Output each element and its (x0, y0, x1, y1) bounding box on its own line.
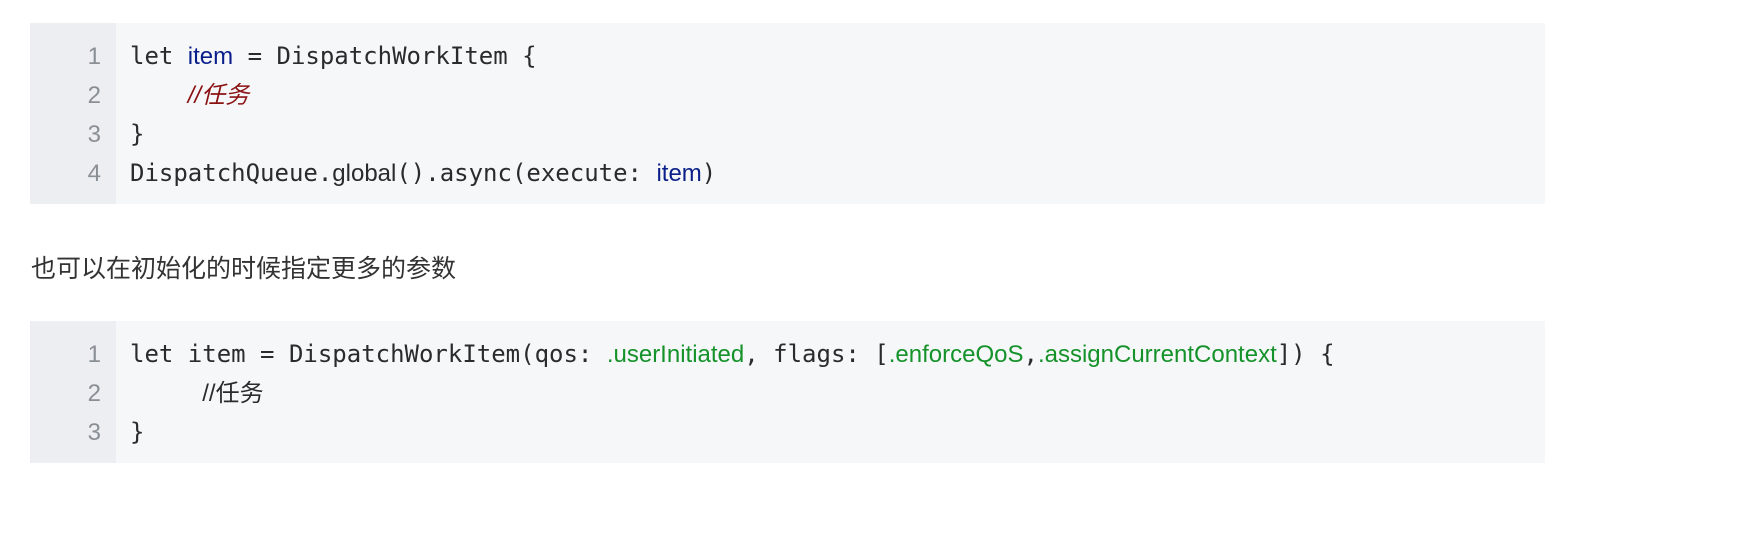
line-number: 3 (87, 419, 101, 446)
line-number-gutter: 1 2 3 (30, 321, 116, 463)
line-number: 3 (87, 121, 101, 148)
line-number: 4 (87, 160, 101, 187)
line-number: 2 (87, 82, 101, 109)
code-content: let item = DispatchWorkItem(qos: .userIn… (116, 321, 1545, 463)
code-line: } (130, 417, 1545, 456)
code-line: } (130, 119, 1545, 158)
code-text: = DispatchWorkItem { (233, 42, 537, 70)
enum-member-token: .enforceQoS (888, 341, 1024, 368)
code-text: ]) { (1276, 340, 1335, 368)
line-number-gutter: 1 2 3 4 (30, 23, 116, 204)
code-text: ().async(execute: (396, 159, 657, 187)
code-line: DispatchQueue.global().async(execute: it… (130, 158, 1545, 197)
variable-token: item (187, 43, 234, 70)
line-number: 2 (87, 380, 101, 407)
variable-token: item (656, 160, 702, 187)
code-content: let item = DispatchWorkItem { //任务 } Dis… (116, 23, 1545, 204)
code-text: , (1023, 340, 1038, 368)
comment-token: //任务 (202, 380, 264, 407)
code-text: ) (701, 159, 717, 187)
code-line: //任务 (130, 378, 1545, 417)
code-text: let item = DispatchWorkItem(qos: (130, 340, 607, 368)
code-line: let item = DispatchWorkItem(qos: .userIn… (130, 339, 1545, 378)
comment-token: //任务 (187, 82, 250, 109)
code-block-1: 1 2 3 4 let item = DispatchWorkItem { //… (30, 23, 1545, 204)
code-text: , flags: [ (744, 340, 889, 368)
function-token: global (332, 160, 397, 187)
code-line: let item = DispatchWorkItem { (130, 41, 1545, 80)
code-text: DispatchQueue. (130, 159, 333, 187)
enum-member-token: .userInitiated (606, 341, 745, 368)
enum-member-token: .assignCurrentContext (1037, 341, 1277, 368)
code-text: } (130, 418, 145, 446)
keyword: let (130, 42, 188, 70)
line-number: 1 (87, 341, 101, 368)
line-number: 1 (87, 43, 101, 70)
body-paragraph: 也可以在初始化的时候指定更多的参数 (31, 254, 457, 283)
code-text: } (130, 120, 145, 148)
code-block-2: 1 2 3 let item = DispatchWorkItem(qos: .… (30, 321, 1545, 463)
code-line: //任务 (130, 80, 1545, 119)
